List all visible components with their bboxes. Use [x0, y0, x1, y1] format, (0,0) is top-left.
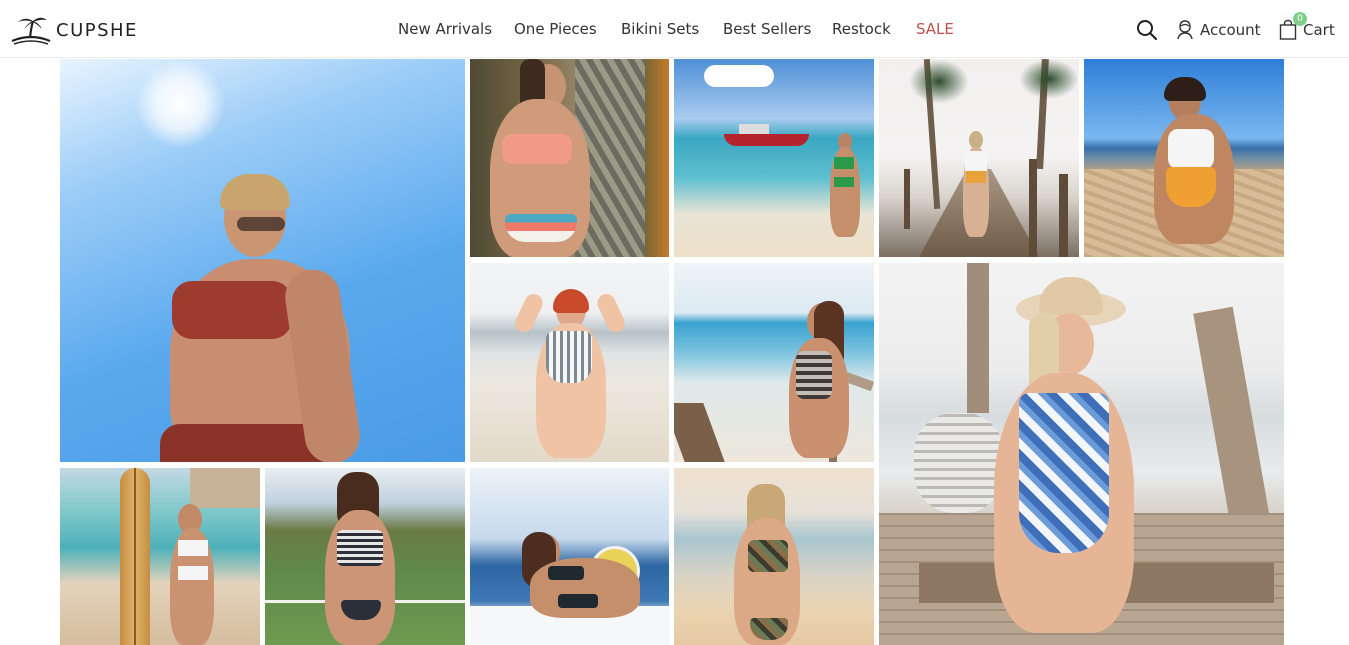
- nav-sale[interactable]: SALE: [916, 20, 954, 38]
- account-button[interactable]: Account: [1176, 19, 1261, 41]
- nav-bikini-sets[interactable]: Bikini Sets: [621, 20, 699, 38]
- cart-button[interactable]: 0 Cart: [1279, 12, 1335, 41]
- cart-count-badge: 0: [1293, 12, 1307, 26]
- photo-striped-swimsuit-beach[interactable]: [470, 263, 669, 462]
- account-icon: [1177, 20, 1193, 40]
- nav-one-pieces[interactable]: One Pieces: [514, 20, 597, 38]
- cart-label: Cart: [1303, 21, 1335, 39]
- photo-sunset-camo-bikini[interactable]: [674, 468, 874, 645]
- photo-palm-coral-bikini[interactable]: [470, 59, 669, 257]
- search-icon: [1137, 20, 1158, 41]
- photo-gingham-bikini-greenery[interactable]: [265, 468, 465, 645]
- photo-boat-black-bikini[interactable]: [470, 468, 669, 645]
- photo-beach-boat-green-bikini[interactable]: [674, 59, 874, 257]
- nav-restock[interactable]: Restock: [832, 20, 891, 38]
- search-button[interactable]: [1136, 19, 1158, 41]
- account-label: Account: [1200, 21, 1261, 39]
- nav-new-arrivals[interactable]: New Arrivals: [398, 20, 492, 38]
- photo-surfboard-white-bikini[interactable]: [60, 468, 260, 645]
- photo-kneeling-beach-orange-swimsuit[interactable]: [1084, 59, 1284, 257]
- nav-best-sellers[interactable]: Best Sellers: [723, 20, 811, 38]
- photo-boardwalk-palms[interactable]: [879, 59, 1079, 257]
- photo-railing-beach-swimsuit[interactable]: [674, 263, 874, 462]
- photo-sky-red-bikini[interactable]: [60, 59, 465, 462]
- site-header: CUPSHE New Arrivals One Pieces Bikini Se…: [0, 0, 1349, 58]
- photo-hat-blue-floral-swimsuit[interactable]: [879, 263, 1284, 645]
